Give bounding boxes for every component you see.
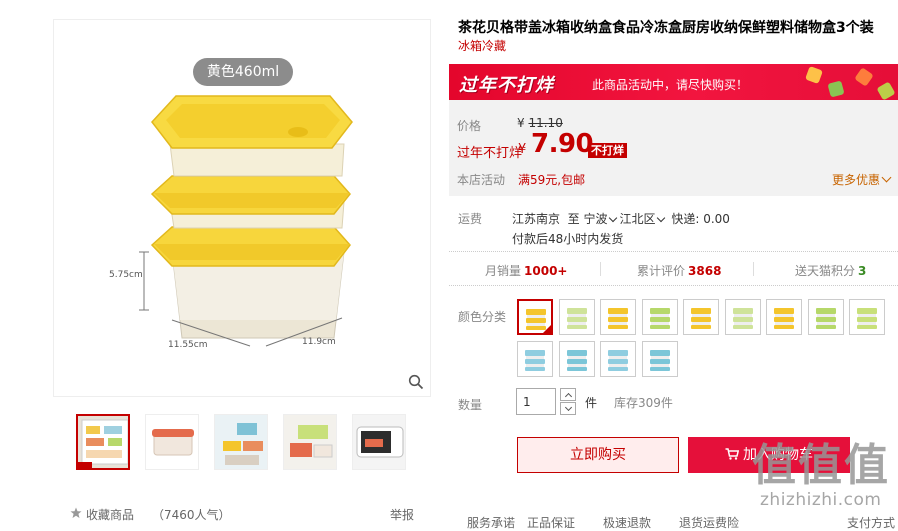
watermark-site: zhizhizhi.com — [760, 490, 882, 510]
color-swatch[interactable] — [849, 299, 885, 335]
promo-logo: 过年不打烊 — [459, 75, 554, 96]
favorite-count: （7460人气） — [152, 508, 231, 522]
quantity-input[interactable] — [516, 388, 556, 415]
payment-methods[interactable]: 支付方式 — [847, 514, 895, 531]
promo-banner: 过年不打烊 此商品活动中，请尽快购买！ — [449, 64, 898, 100]
stock-count: 库存309件 — [614, 396, 673, 410]
promo-message: 此商品活动中，请尽快购买！ — [592, 78, 749, 92]
service-item[interactable]: 退货运费险 — [679, 514, 739, 531]
color-swatch[interactable] — [641, 341, 678, 377]
divider — [600, 262, 601, 276]
shipping-line: 江苏南京 至 宁波 江北区 快递: 0.00 — [512, 210, 730, 227]
divider — [753, 262, 754, 276]
color-swatch[interactable] — [641, 299, 678, 335]
color-swatch-grid — [517, 299, 897, 381]
shipping-label: 运费 — [458, 212, 483, 226]
color-swatch[interactable] — [558, 299, 595, 335]
decor-confetti — [827, 80, 845, 98]
color-swatch[interactable] — [558, 341, 595, 377]
color-swatch[interactable] — [683, 299, 719, 335]
buy-now-button[interactable]: 立即购买 — [517, 437, 679, 473]
color-swatch[interactable] — [600, 299, 636, 335]
svg-text:值: 值 — [752, 440, 796, 488]
color-swatch[interactable] — [807, 299, 844, 335]
thumbnail-strip — [76, 414, 416, 472]
color-swatch[interactable] — [600, 341, 636, 377]
svg-text:值: 值 — [844, 440, 888, 488]
tmall-points: 送天猫积分 3 — [795, 264, 867, 278]
quantity-increase-button[interactable] — [560, 388, 576, 401]
monthly-sales: 月销量 1000+ — [485, 264, 568, 278]
original-price-currency: ¥ — [517, 116, 525, 130]
color-swatch[interactable] — [517, 299, 553, 335]
dimension-height-label: 5.75cm — [109, 270, 143, 280]
promo-price-currency: ¥ — [518, 142, 527, 157]
shipping-fee: 快递: 0.00 — [671, 212, 730, 226]
chevron-down-icon — [881, 172, 892, 183]
thumbnail-5[interactable] — [352, 414, 406, 470]
stats-bar: 月销量 1000+ 累计评价 3868 送天猫积分 3 — [449, 251, 898, 286]
dimension-depth-label: 11.9cm — [302, 337, 336, 347]
zoom-icon[interactable] — [408, 374, 424, 390]
service-item[interactable]: 极速退款 — [603, 514, 651, 531]
quantity-unit: 件 — [585, 396, 598, 410]
price-label: 价格 — [457, 119, 482, 133]
product-subtitle[interactable]: 冰箱冷藏 — [458, 37, 506, 54]
service-promises: 服务承诺 正品保证 极速退款 退货运费险 支付方式 — [467, 514, 898, 531]
color-swatch[interactable] — [517, 341, 553, 377]
quantity-label: 数量 — [458, 398, 483, 412]
promo-badge: 不打烊 — [588, 143, 627, 158]
color-swatch[interactable] — [724, 299, 761, 335]
destination-city-select[interactable]: 宁波 — [584, 212, 620, 226]
color-variant-pill: 黄色460ml — [193, 58, 293, 86]
more-promotions-link[interactable]: 更多优惠 — [831, 171, 892, 188]
favorite-bar: 收藏商品 （7460人气） 举报 — [70, 506, 416, 524]
original-price-value: 11.10 — [528, 116, 563, 130]
dimension-width-label: 11.55cm — [168, 340, 207, 350]
shipping-to: 至 — [567, 212, 580, 226]
original-price: ¥ 11.10 — [517, 116, 563, 130]
total-reviews[interactable]: 累计评价 3868 — [637, 262, 721, 279]
color-option-label: 颜色分类 — [458, 310, 507, 324]
shop-promo-label: 本店活动 — [457, 173, 506, 187]
thumbnail-2[interactable] — [145, 414, 199, 470]
quantity-decrease-button[interactable] — [560, 402, 576, 415]
favorite-link[interactable]: 收藏商品 — [86, 506, 134, 523]
product-title: 茶花贝格带盖冰箱收纳盒食品冷冻盒厨房收纳保鲜塑料储物盒3个装 — [458, 20, 874, 36]
chevron-down-icon — [608, 213, 617, 223]
service-item[interactable]: 正品保证 — [527, 514, 575, 531]
promo-price-value: 7.90 — [531, 129, 594, 159]
star-icon[interactable] — [70, 507, 82, 519]
decor-confetti — [854, 67, 874, 87]
price-box: 价格 ¥ 11.10 过年不打烊 ¥ 7.90 不打烊 本店活动 满59元,包邮… — [449, 100, 898, 196]
decor-confetti — [805, 66, 823, 84]
shop-promo-value: 满59元,包邮 — [518, 173, 586, 187]
report-link[interactable]: 举报 — [390, 506, 414, 523]
thumbnail-3[interactable] — [214, 414, 268, 470]
service-label: 服务承诺 — [467, 516, 516, 530]
watermark-logo: 值 值 值 — [752, 440, 888, 488]
svg-text:值: 值 — [798, 440, 842, 488]
thumbnail-1[interactable] — [76, 414, 130, 470]
more-promotions-label: 更多优惠 — [831, 173, 880, 187]
chevron-down-icon — [656, 213, 665, 223]
main-product-image[interactable]: 5.75cm 11.55cm 11.9cm 黄色460ml — [53, 19, 431, 397]
promo-price-label: 过年不打烊 — [457, 146, 523, 161]
cart-icon — [725, 448, 739, 460]
dispatch-time: 付款后48小时内发货 — [512, 232, 624, 246]
shipping-origin: 江苏南京 — [512, 212, 561, 226]
thumbnail-4[interactable] — [283, 414, 337, 470]
decor-confetti — [876, 81, 896, 100]
destination-district-select[interactable]: 江北区 — [620, 212, 668, 226]
color-swatch[interactable] — [766, 299, 802, 335]
